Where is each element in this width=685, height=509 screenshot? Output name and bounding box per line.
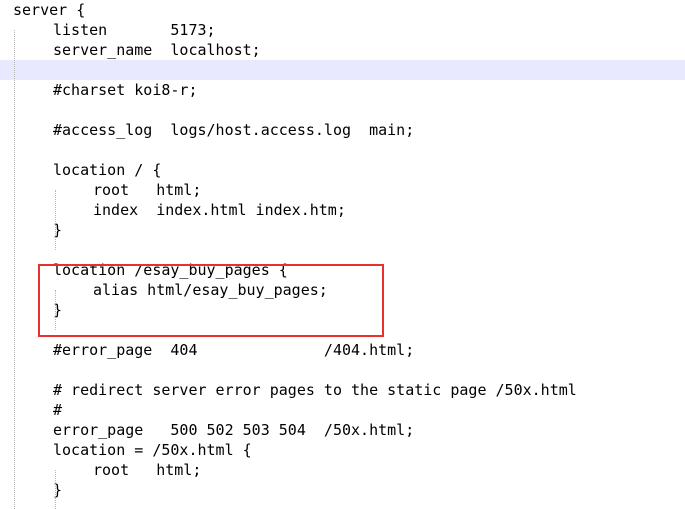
code-line: #error_page 404 /404.html; (0, 340, 685, 360)
indent-guide-server-block (14, 30, 15, 509)
code-line-text: error_page 500 502 503 504 /50x.html; (53, 421, 415, 439)
code-line: server_name localhost; (0, 40, 685, 60)
code-line: root html; (0, 180, 685, 200)
code-line: #access_log logs/host.access.log main; (0, 120, 685, 140)
code-line-text: server { (13, 1, 86, 19)
code-editor[interactable]: server { listen 5173; server_name localhos… (0, 0, 685, 509)
code-line: # redirect server error pages to the sta… (0, 380, 685, 400)
code-line: location / { (0, 160, 685, 180)
code-line-text: # (53, 401, 63, 419)
code-line: root html; (0, 460, 685, 480)
code-line: } (0, 480, 685, 500)
indent-guide-location-root (55, 190, 56, 250)
code-line: # (0, 400, 685, 420)
code-line: #charset koi8-r; (0, 80, 685, 100)
code-line-text: #charset koi8-r; (53, 81, 198, 99)
code-line-text: location = /50x.html { (53, 441, 252, 459)
code-line (0, 60, 685, 80)
code-line-text: location / { (53, 161, 162, 179)
indent-guide-location-50x (55, 470, 56, 509)
code-line-text: index index.html index.htm; (93, 201, 346, 219)
code-line: location = /50x.html { (0, 440, 685, 460)
code-line: server { (0, 0, 685, 20)
code-line-text: #error_page 404 /404.html; (53, 341, 415, 359)
code-line-text: server_name localhost; (53, 41, 261, 59)
code-line-text: # redirect server error pages to the sta… (53, 381, 577, 399)
code-line-text: root html; (93, 461, 202, 479)
code-line: index index.html index.htm; (0, 200, 685, 220)
code-line-text: listen 5173; (53, 21, 216, 39)
code-line-text: #access_log logs/host.access.log main; (53, 121, 415, 139)
code-line-text: root html; (93, 181, 202, 199)
code-line: listen 5173; (0, 20, 685, 40)
code-line: } (0, 220, 685, 240)
highlight-box-location-esay-buy-pages (38, 264, 384, 337)
code-line: error_page 500 502 503 504 /50x.html; (0, 420, 685, 440)
